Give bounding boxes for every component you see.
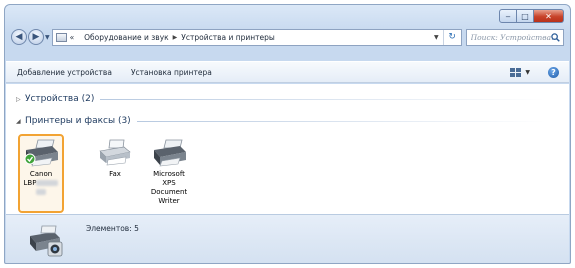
add-device-button[interactable]: Добавление устройства (17, 68, 112, 77)
collapsed-arrow-icon[interactable]: ▷ (16, 96, 25, 103)
breadcrumb-prefix[interactable]: « (70, 33, 75, 42)
group-divider (100, 98, 546, 100)
search-input[interactable]: Поиск: Устройства... (465, 28, 564, 46)
add-printer-button[interactable]: Установка принтера (131, 68, 212, 77)
breadcrumb-hardware-and-sound[interactable]: Оборудование и звук (84, 33, 169, 42)
device-label: Writer (158, 197, 180, 205)
back-button[interactable]: ◀ (11, 29, 27, 45)
group-printers[interactable]: ◢ Принтеры и факсы (3) (16, 116, 546, 126)
recent-pages-dropdown[interactable]: ▼ (45, 34, 50, 41)
breadcrumb-separator-icon[interactable]: ▶ (173, 34, 178, 41)
items-pane: ▷ Устройства (2) ◢ Принтеры и факсы (3) (6, 84, 569, 214)
refresh-button[interactable]: ↻ (442, 29, 461, 45)
refresh-icon: ↻ (448, 32, 456, 42)
views-icon[interactable] (510, 68, 522, 77)
help-icon[interactable]: ? (548, 67, 559, 78)
group-divider (136, 120, 546, 122)
caption-buttons: ‒ □ ✕ (499, 9, 564, 23)
printer-icon (24, 139, 58, 167)
device-label: Document (150, 188, 188, 196)
breadcrumb-separator-icon (78, 34, 80, 41)
navigation-bar: ◀ ▶ ▼ « Оборудование и звук ▶ Устройства… (11, 27, 564, 47)
device-label: Canon (29, 170, 53, 178)
search-placeholder: Поиск: Устройства... (470, 32, 559, 42)
device-canon-printer[interactable]: Canon LBP (18, 134, 64, 213)
redacted-model (36, 180, 59, 186)
back-arrow-icon: ◀ (15, 32, 23, 42)
close-button[interactable]: ✕ (534, 9, 564, 23)
views-dropdown-icon[interactable]: ▼ (525, 69, 530, 76)
address-bar[interactable]: « Оборудование и звук ▶ Устройства и при… (51, 28, 462, 46)
minimize-button[interactable]: ‒ (499, 9, 517, 23)
device-label: XPS (162, 179, 176, 187)
group-devices[interactable]: ▷ Устройства (2) (16, 94, 546, 104)
maximize-button[interactable]: □ (517, 9, 534, 23)
toolbar-right: ▼ ? (510, 67, 559, 78)
device-label: Fax (109, 170, 121, 178)
device-label: LBP (20, 179, 62, 195)
devices-and-printers-icon (30, 225, 63, 257)
device-xps-document-writer[interactable]: Microsoft XPS Document Writer (146, 134, 192, 206)
device-model-prefix: LBP (23, 179, 37, 187)
printer-icon (154, 139, 186, 167)
fax-icon (99, 139, 131, 166)
search-icon[interactable] (551, 32, 560, 42)
details-pane: Элементов: 5 (6, 214, 569, 263)
control-panel-icon (55, 32, 67, 42)
group-printers-label: Принтеры и факсы (3) (25, 116, 131, 126)
forward-arrow-icon: ▶ (32, 32, 40, 42)
forward-button[interactable]: ▶ (28, 29, 44, 45)
breadcrumb-devices-and-printers[interactable]: Устройства и принтеры (181, 33, 275, 42)
expanded-arrow-icon[interactable]: ◢ (16, 118, 25, 125)
device-fax[interactable]: Fax (92, 134, 138, 179)
group-devices-label: Устройства (2) (25, 94, 95, 104)
command-bar: Добавление устройства Установка принтера… (6, 61, 569, 83)
item-count-label: Элементов: 5 (86, 224, 139, 233)
redacted-model (36, 189, 46, 195)
address-dropdown-icon[interactable]: ▼ (434, 34, 439, 41)
device-label: Microsoft (153, 170, 185, 178)
explorer-window: ‒ □ ✕ ◀ ▶ ▼ « Оборудование и звук ▶ Устр… (4, 4, 571, 264)
